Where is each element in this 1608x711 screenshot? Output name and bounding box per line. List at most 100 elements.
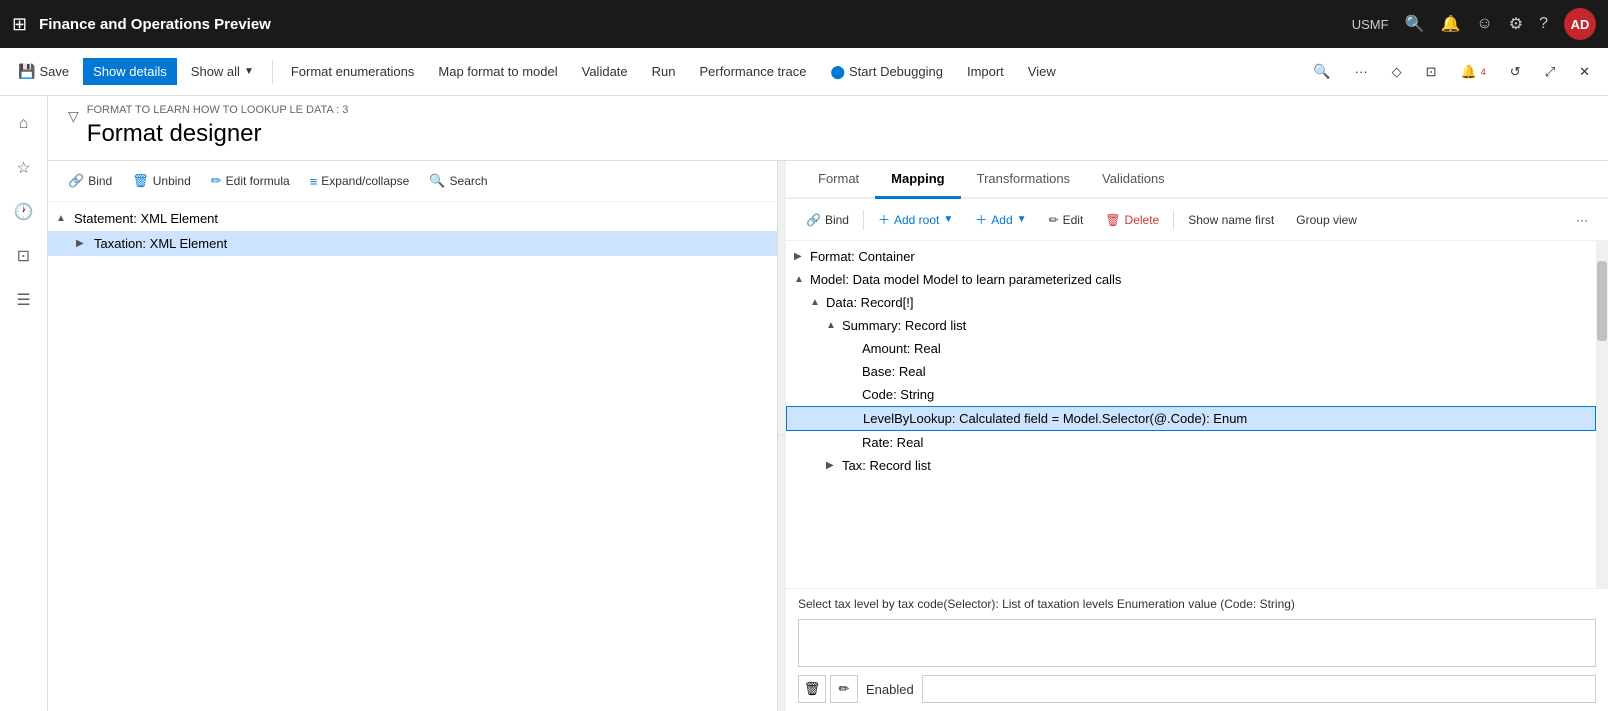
pencil-icon: ✏	[211, 173, 222, 189]
tree-item-taxation[interactable]: ▶ Taxation: XML Element	[48, 231, 777, 256]
enabled-input[interactable]	[922, 675, 1596, 703]
show-name-first-button[interactable]: Show name first	[1180, 209, 1282, 231]
data-item-data[interactable]: ▲ Data: Record[!]	[786, 291, 1596, 314]
search-icon[interactable]: 🔍	[1405, 14, 1425, 34]
mapping-toolbar: 🔗 Bind ＋ Add root ▼ ＋ Add ▼	[786, 199, 1608, 241]
split-icon[interactable]: ⊡	[1416, 58, 1447, 86]
tree-area: ▲ Statement: XML Element ▶ Taxation: XML…	[48, 202, 777, 711]
label-rate: Rate: Real	[862, 435, 923, 450]
show-details-button[interactable]: Show details	[83, 58, 177, 85]
data-item-model[interactable]: ▲ Model: Data model Model to learn param…	[786, 268, 1596, 291]
data-item-amount[interactable]: Amount: Real	[786, 337, 1596, 360]
data-tree-container: ▶ Format: Container ▲ Model: Data model …	[786, 241, 1608, 588]
right-panel: Format Mapping Transformations Validatio…	[786, 161, 1608, 711]
formula-box[interactable]	[798, 619, 1596, 667]
tree-label-statement: Statement: XML Element	[74, 211, 769, 226]
arrow-tax: ▶	[826, 460, 838, 471]
label-data: Data: Record[!]	[826, 295, 913, 310]
help-icon[interactable]: ?	[1539, 15, 1548, 33]
data-item-summary[interactable]: ▲ Summary: Record list	[786, 314, 1596, 337]
scrollbar-track[interactable]	[1596, 241, 1608, 588]
diamond-icon[interactable]: ◇	[1382, 58, 1412, 86]
performance-trace-button[interactable]: Performance trace	[690, 58, 817, 85]
tab-validations[interactable]: Validations	[1086, 161, 1181, 199]
grid-icon[interactable]: ⊞	[12, 14, 27, 35]
topbar: ⊞ Finance and Operations Preview USMF 🔍 …	[0, 0, 1608, 48]
search-icon-action[interactable]: 🔍	[1303, 57, 1340, 86]
data-item-rate[interactable]: Rate: Real	[786, 431, 1596, 454]
view-button[interactable]: View	[1018, 58, 1066, 85]
topbar-right: USMF 🔍 🔔 ☺ ⚙ ? AD	[1352, 8, 1596, 40]
data-item-format-container[interactable]: ▶ Format: Container	[786, 245, 1596, 268]
data-item-base[interactable]: Base: Real	[786, 360, 1596, 383]
scrollbar-thumb[interactable]	[1597, 261, 1607, 341]
expand-collapse-button[interactable]: ≡ Expand/collapse	[302, 170, 418, 193]
validate-button[interactable]: Validate	[572, 58, 638, 85]
enabled-label: Enabled	[866, 682, 914, 697]
group-view-button[interactable]: Group view	[1288, 209, 1365, 231]
link-icon2: 🔗	[806, 213, 821, 227]
add-button[interactable]: ＋ Add ▼	[967, 207, 1034, 232]
sidebar-list-icon[interactable]: ☰	[4, 280, 44, 320]
panel-toolbar: 🔗 Bind 🗑 Unbind ✏ Edit formula ≡ Expand/…	[48, 161, 777, 202]
chevron-down-icon: ▼	[244, 66, 254, 77]
edit-button[interactable]: ✏ Edit	[1041, 209, 1092, 231]
bell-icon[interactable]: 🔔	[1440, 14, 1460, 34]
arrow-model: ▲	[794, 274, 806, 285]
delete-enabled-button[interactable]: 🗑	[798, 675, 826, 703]
show-all-button[interactable]: Show all ▼	[181, 58, 264, 85]
tree-arrow-statement[interactable]: ▲	[56, 213, 70, 224]
data-item-code[interactable]: Code: String	[786, 383, 1596, 406]
bottom-section: Select tax level by tax code(Selector): …	[786, 588, 1608, 711]
actionbar-right-icons: 🔍 ··· ◇ ⊡ 🔔4 ↺ ⤢ ✕	[1303, 57, 1600, 86]
plus-icon: ＋	[878, 211, 890, 228]
tab-transformations[interactable]: Transformations	[961, 161, 1086, 199]
tree-item-statement[interactable]: ▲ Statement: XML Element	[48, 206, 777, 231]
tab-format[interactable]: Format	[802, 161, 875, 199]
close-icon[interactable]: ✕	[1569, 58, 1600, 86]
save-icon: 💾	[18, 63, 35, 80]
sidebar-clock-icon[interactable]: 🕐	[4, 192, 44, 232]
label-model: Model: Data model Model to learn paramet…	[810, 272, 1121, 287]
filter-icon[interactable]: ▽	[68, 108, 79, 125]
search-button[interactable]: 🔍 Search	[421, 169, 495, 193]
smiley-icon[interactable]: ☺	[1476, 15, 1492, 33]
arrow-format: ▶	[794, 251, 806, 262]
settings-icon[interactable]: ⚙	[1509, 14, 1523, 34]
sidebar-star-icon[interactable]: ☆	[4, 148, 44, 188]
label-tax: Tax: Record list	[842, 458, 931, 473]
sidebar-calendar-icon[interactable]: ⊡	[4, 236, 44, 276]
data-item-levelbylookup[interactable]: LevelByLookup: Calculated field = Model.…	[786, 406, 1596, 431]
import-button[interactable]: Import	[957, 58, 1014, 85]
label-base: Base: Real	[862, 364, 926, 379]
format-enumerations-button[interactable]: Format enumerations	[281, 58, 425, 85]
delete-button[interactable]: 🗑 Delete	[1097, 209, 1167, 231]
start-debugging-button[interactable]: ⬤ Start Debugging	[820, 58, 953, 86]
edit-enabled-button[interactable]: ✏	[830, 675, 858, 703]
more-options-button[interactable]: ···	[1568, 209, 1596, 231]
trash-icon3: 🗑	[804, 681, 821, 697]
breadcrumb: FORMAT TO LEARN HOW TO LOOKUP LE DATA : …	[87, 104, 349, 116]
actionbar: 💾 Save Show details Show all ▼ Format en…	[0, 48, 1608, 96]
bind-button[interactable]: 🔗 Bind	[60, 169, 120, 193]
label-summary: Summary: Record list	[842, 318, 966, 333]
map-format-to-model-button[interactable]: Map format to model	[428, 58, 567, 85]
edit-formula-button[interactable]: ✏ Edit formula	[203, 169, 298, 193]
resize-handle[interactable]: ⋮	[778, 161, 786, 711]
mapping-bind-button[interactable]: 🔗 Bind	[798, 209, 857, 231]
sidebar-home-icon[interactable]: ⌂	[4, 104, 44, 144]
refresh-icon[interactable]: ↺	[1500, 58, 1531, 86]
data-item-tax[interactable]: ▶ Tax: Record list	[786, 454, 1596, 477]
arrow-data: ▲	[810, 297, 822, 308]
avatar[interactable]: AD	[1564, 8, 1596, 40]
label-format-container: Format: Container	[810, 249, 915, 264]
more-icon[interactable]: ···	[1345, 58, 1378, 85]
run-button[interactable]: Run	[642, 58, 686, 85]
tab-mapping[interactable]: Mapping	[875, 161, 960, 199]
add-root-button[interactable]: ＋ Add root ▼	[870, 207, 961, 232]
tree-arrow-taxation[interactable]: ▶	[76, 238, 90, 249]
badge-icon[interactable]: 🔔4	[1451, 58, 1496, 86]
save-button[interactable]: 💾 Save	[8, 57, 79, 86]
unbind-button[interactable]: 🗑 Unbind	[124, 169, 199, 193]
expand-icon[interactable]: ⤢	[1535, 58, 1565, 86]
